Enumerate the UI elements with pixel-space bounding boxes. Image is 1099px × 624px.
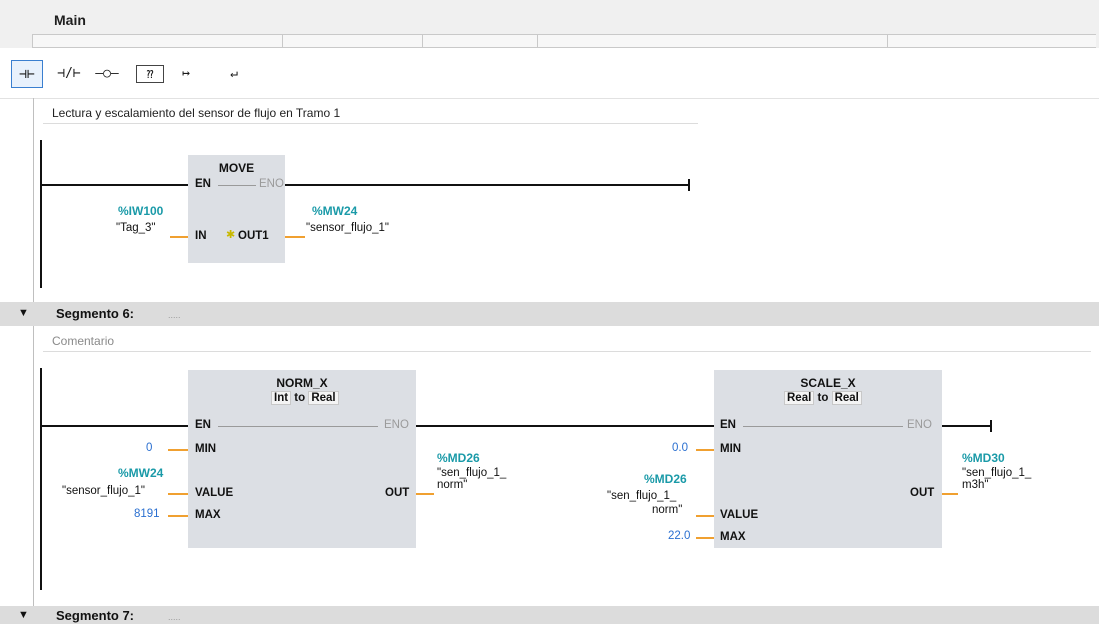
norm-x-block[interactable]: NORM_X Int to Real [188, 370, 416, 548]
scale-min-pin: MIN [720, 443, 742, 455]
out-wire [942, 493, 958, 495]
close-branch-icon[interactable]: ↵ [220, 60, 248, 86]
scale-out-pin: OUT [910, 487, 935, 499]
collapse-icon[interactable]: ▼ [18, 609, 29, 621]
segment-name[interactable]: ..... [168, 612, 181, 622]
norm-en-pin: EN [195, 419, 211, 431]
ladder-toolbar [0, 48, 1099, 99]
min-wire [168, 449, 188, 451]
segment-comment[interactable]: Comentario [43, 330, 1091, 352]
interface-column-header[interactable] [32, 34, 1096, 48]
move-out-pin: OUT1 [238, 230, 269, 242]
value-address[interactable]: %MW24 [118, 466, 163, 480]
out-address[interactable]: %MD30 [962, 451, 1005, 465]
out-tag[interactable]: "sensor_flujo_1" [306, 222, 389, 234]
segment-name[interactable]: ..... [168, 310, 181, 320]
rung-end [990, 420, 992, 432]
move-block[interactable]: MOVE [188, 155, 285, 263]
norm-max-pin: MAX [195, 509, 221, 521]
network-comment[interactable]: Lectura y escalamiento del sensor de flu… [43, 102, 698, 124]
out-tag[interactable]: "sen_flujo_1_ [962, 467, 1031, 479]
scale-x-block[interactable]: SCALE_X Real to Real [714, 370, 942, 548]
move-eno-pin: ENO [259, 178, 284, 190]
scale-en-pin: EN [720, 419, 736, 431]
scale-value-pin: VALUE [720, 509, 759, 521]
en-eno-line [743, 426, 903, 427]
coil-icon[interactable]: –○– [90, 60, 124, 86]
move-en-pin: EN [195, 178, 211, 190]
left-power-rail [40, 140, 42, 288]
min-constant[interactable]: 0.0 [672, 442, 688, 454]
max-wire [168, 515, 188, 517]
max-wire [696, 537, 714, 539]
norm-x-type-selector[interactable]: Int to Real [271, 391, 339, 405]
min-wire [696, 449, 714, 451]
norm-x-title: NORM_X [276, 376, 328, 390]
out-tag-cont: norm" [437, 479, 468, 491]
value-address[interactable]: %MD26 [644, 472, 687, 486]
norm-out-pin: OUT [385, 487, 410, 499]
scale-x-type-selector[interactable]: Real to Real [784, 391, 862, 405]
segment-title: Segmento 6: [56, 306, 135, 321]
value-tag-cont: norm" [652, 504, 683, 516]
editor-gutter [33, 98, 34, 624]
out-tag-cont: m3h" [962, 479, 989, 491]
autoconvert-icon: ✱ [226, 229, 236, 241]
norm-eno-pin: ENO [384, 419, 409, 431]
value-wire [168, 493, 188, 495]
in-wire [170, 236, 188, 238]
rung-wire [40, 184, 188, 186]
en-eno-line [218, 426, 378, 427]
left-power-rail [40, 368, 42, 590]
scale-x-title: SCALE_X [800, 376, 856, 390]
empty-box-icon[interactable]: ⁇ [136, 65, 164, 83]
in-address[interactable]: %IW100 [118, 204, 163, 218]
value-tag[interactable]: "sensor_flujo_1" [62, 485, 145, 497]
min-constant[interactable]: 0 [146, 442, 152, 454]
norm-value-pin: VALUE [195, 487, 234, 499]
block-title: Main [54, 12, 86, 28]
scale-eno-pin: ENO [907, 419, 932, 431]
rung-wire [40, 425, 188, 427]
scale-max-pin: MAX [720, 531, 746, 543]
out-address[interactable]: %MW24 [312, 204, 357, 218]
max-constant[interactable]: 8191 [134, 508, 160, 520]
rung-end [688, 179, 690, 191]
in-tag[interactable]: "Tag_3" [116, 222, 156, 234]
out-tag[interactable]: "sen_flujo_1_ [437, 467, 506, 479]
max-constant[interactable]: 22.0 [668, 530, 690, 542]
segment-7-header[interactable]: ▼ Segmento 7: ..... [0, 606, 1099, 624]
normally-open-contact-icon[interactable]: ⊣⊢ [11, 60, 43, 88]
segment-6-header[interactable]: ▼ Segmento 6: ..... [0, 302, 1099, 326]
out-address[interactable]: %MD26 [437, 451, 480, 465]
norm-min-pin: MIN [195, 443, 217, 455]
value-tag[interactable]: "sen_flujo_1_ [607, 490, 676, 502]
rung-wire-out [285, 184, 690, 186]
rung-wire-out [942, 425, 992, 427]
segment-title: Segmento 7: [56, 608, 135, 623]
value-wire [696, 515, 714, 517]
open-branch-icon[interactable]: ↦ [172, 60, 200, 86]
out-wire [285, 236, 305, 238]
move-in-pin: IN [195, 230, 207, 242]
move-block-title: MOVE [218, 161, 255, 175]
normally-closed-contact-icon[interactable]: ⊣/⊢ [52, 60, 86, 86]
en-eno-line [218, 185, 256, 186]
out-wire [416, 493, 434, 495]
collapse-icon[interactable]: ▼ [18, 307, 29, 319]
rung-wire-middle [416, 425, 714, 427]
